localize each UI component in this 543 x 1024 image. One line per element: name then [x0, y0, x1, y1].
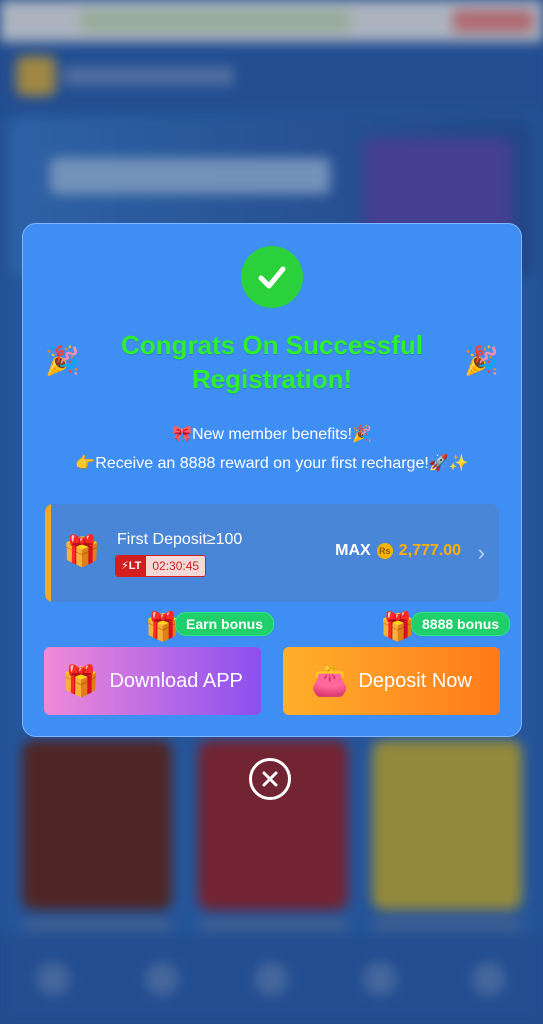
download-app-button[interactable]: 🎁 Download APP	[44, 647, 261, 715]
rupee-coin-icon: Rs	[376, 543, 393, 559]
benefits-text: 🎀New member benefits!🎉 👉Receive an 8888 …	[33, 420, 511, 478]
offer-accent-bar	[45, 504, 51, 602]
gift-icon: 🎁	[380, 611, 415, 642]
download-app-label: Download APP	[109, 669, 243, 692]
timer-value: 02:30:45	[146, 556, 206, 576]
party-popper-icon: 🎉	[464, 345, 499, 376]
party-popper-icon: 🎉	[45, 345, 80, 376]
registration-success-modal: 🎉 🎉 Congrats On Successful Registration!…	[22, 223, 522, 737]
gift-icon: 🎁	[62, 664, 100, 698]
lightning-badge: ⚡LT	[116, 556, 147, 576]
wallet-icon: 👛	[311, 664, 349, 698]
max-label: MAX	[335, 542, 371, 559]
benefits-line-1: 🎀New member benefits!🎉	[172, 426, 372, 443]
offer-label: First Deposit≥100	[117, 531, 243, 548]
check-circle-icon	[241, 246, 303, 308]
benefits-line-2: 👉Receive an 8888 reward on your first re…	[75, 455, 469, 472]
max-reward: MAX Rs 2,777.00	[335, 542, 461, 560]
chevron-right-icon: ›	[477, 540, 485, 565]
countdown-timer: ⚡LT 02:30:45	[115, 555, 207, 577]
gift-box-icon: 🎁	[63, 535, 101, 568]
deposit-now-label: Deposit Now	[358, 669, 472, 692]
deposit-now-button[interactable]: 👛 Deposit Now	[283, 647, 500, 715]
close-icon[interactable]	[249, 758, 291, 800]
modal-title: Congrats On Successful Registration!	[121, 330, 423, 394]
deposit-bonus-badge: 8888 bonus	[411, 612, 511, 636]
max-amount: 2,777.00	[398, 542, 461, 559]
first-deposit-offer[interactable]: 🎁 First Deposit≥100 ⚡LT 02:30:45 MAX Rs …	[45, 504, 499, 602]
earn-bonus-badge: Earn bonus	[175, 612, 275, 636]
